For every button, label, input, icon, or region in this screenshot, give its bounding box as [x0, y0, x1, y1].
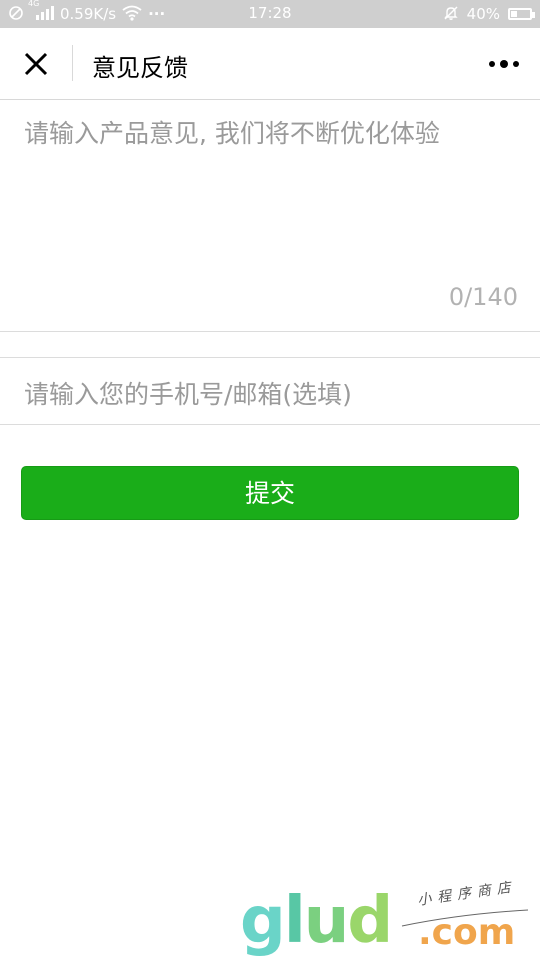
more-dot-icon	[489, 61, 495, 67]
more-dot-icon	[500, 60, 508, 68]
more-options-button[interactable]	[486, 50, 522, 78]
submit-button[interactable]: 提交	[21, 466, 519, 520]
more-dot-icon	[513, 61, 519, 67]
character-counter: 0/140	[448, 283, 518, 311]
contact-input[interactable]: 请输入您的手机号/邮箱(选填)	[0, 357, 540, 425]
status-bar-right: 40%	[443, 4, 535, 24]
bell-muted-icon	[443, 5, 459, 24]
section-gap	[0, 332, 540, 357]
battery-percent: 40%	[466, 5, 500, 23]
feedback-textarea[interactable]: 请输入产品意见, 我们将不断优化体验 0/140	[0, 100, 540, 332]
close-button[interactable]	[18, 46, 54, 82]
nav-bar: 意见反馈	[0, 28, 540, 100]
watermark-brand: glud	[240, 884, 393, 958]
watermark-tagline: 小程序商店	[416, 879, 518, 909]
watermark-dotcom: .com	[418, 912, 516, 953]
status-bar: 4G 0.59K/s ··· 17:28 40%	[0, 0, 540, 28]
watermark-letter: u	[303, 884, 350, 958]
contact-placeholder: 请输入您的手机号/邮箱(选填)	[24, 380, 352, 409]
nav-divider	[72, 45, 73, 81]
page-title: 意见反馈	[92, 54, 188, 82]
feedback-placeholder: 请输入产品意见, 我们将不断优化体验	[24, 119, 440, 148]
watermark-letter: l	[283, 884, 306, 958]
battery-icon	[508, 8, 535, 20]
watermark-letter: d	[347, 884, 393, 958]
watermark-logo: glud 小程序商店 .com	[240, 879, 530, 958]
watermark-letter: g	[240, 884, 286, 958]
close-icon	[24, 52, 48, 76]
